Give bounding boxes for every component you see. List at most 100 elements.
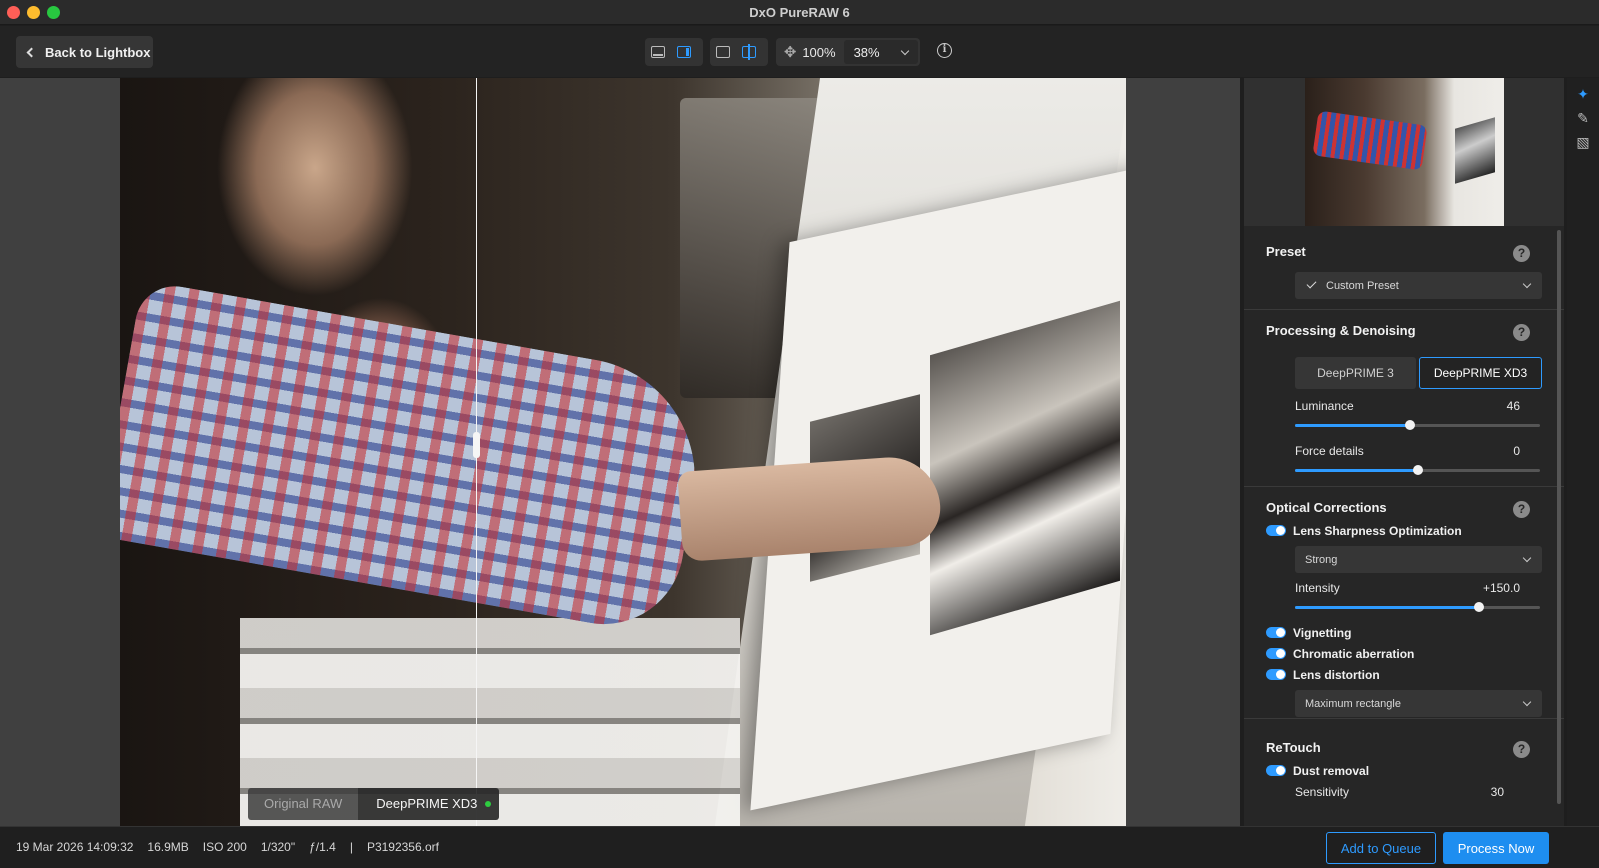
layout-side-panel-button[interactable]: [671, 39, 697, 65]
layout-toggle-group: [645, 38, 703, 66]
deepprime-3-button[interactable]: DeepPRIME 3: [1295, 357, 1416, 389]
force-details-value[interactable]: 0: [1513, 444, 1520, 458]
lens-sharpness-label: Lens Sharpness Optimization: [1293, 523, 1462, 538]
distortion-mode-dropdown[interactable]: Maximum rectangle: [1295, 690, 1542, 717]
dust-removal-toggle[interactable]: [1266, 765, 1286, 776]
separator: |: [349, 840, 353, 854]
navigator-thumbnail[interactable]: [1304, 78, 1504, 226]
luminance-label: Luminance: [1295, 399, 1354, 413]
tool-rail: ✦ ✎ ▧: [1567, 78, 1599, 826]
lens-sharpness-toggle[interactable]: [1266, 525, 1286, 536]
preset-section: Preset ? Custom Preset: [1244, 226, 1564, 310]
help-icon[interactable]: ?: [1513, 501, 1530, 518]
help-icon[interactable]: ?: [1513, 741, 1530, 758]
split-view-icon: [742, 44, 756, 60]
retouch-section: ReTouch ? Dust removal Sensitivity 30: [1244, 719, 1564, 819]
add-to-queue-button[interactable]: Add to Queue: [1326, 832, 1436, 864]
image-adjust-icon[interactable]: ▧: [1571, 130, 1595, 154]
process-now-button[interactable]: Process Now: [1443, 832, 1549, 864]
slider-handle[interactable]: [1473, 602, 1484, 612]
status-dot-icon: [485, 801, 492, 807]
back-button-label: Back to Lightbox: [45, 44, 151, 60]
window-title: DxO PureRAW 6: [749, 5, 850, 20]
enhance-tool-icon[interactable]: ✦: [1571, 82, 1595, 106]
lens-sharpness-row: Lens Sharpness Optimization: [1266, 520, 1542, 541]
original-raw-label: Original RAW: [248, 788, 359, 820]
force-details-label: Force details: [1295, 444, 1364, 458]
shutter-speed: 1/320": [260, 840, 296, 854]
file-name: P3192356.orf: [366, 840, 439, 854]
toolbar: Back to Lightbox ✥ 100% 38%: [0, 26, 1599, 77]
photo-preview[interactable]: [120, 78, 1126, 826]
single-view-icon: [716, 46, 730, 58]
navigator: [1244, 78, 1564, 226]
vignetting-label: Vignetting: [1293, 625, 1352, 640]
move-icon[interactable]: ✥: [782, 43, 798, 61]
capture-date: 19 Mar 2026 14:09:32: [16, 840, 134, 854]
lens-distortion-row: Lens distortion: [1266, 664, 1542, 685]
layout-bottom-panel-button[interactable]: [645, 39, 671, 65]
chromatic-aberration-row: Chromatic aberration: [1266, 643, 1542, 664]
force-details-slider[interactable]: [1295, 465, 1540, 475]
chromatic-aberration-label: Chromatic aberration: [1293, 646, 1415, 661]
preset-value: Custom Preset: [1326, 279, 1399, 292]
intensity-slider[interactable]: [1295, 602, 1540, 612]
optical-title: Optical Corrections: [1266, 500, 1387, 515]
retouch-brush-icon[interactable]: ✎: [1571, 106, 1595, 130]
sharpness-mode-value: Strong: [1305, 553, 1338, 566]
side-panel-icon: [677, 46, 691, 58]
sharpness-mode-dropdown[interactable]: Strong: [1295, 546, 1542, 573]
dust-removal-row: Dust removal: [1266, 760, 1542, 781]
intensity-label: Intensity: [1295, 581, 1340, 595]
image-metadata: 19 Mar 2026 14:09:32 16.9MB ISO 200 1/32…: [16, 840, 439, 854]
chevron-down-icon: [1522, 553, 1532, 563]
retouch-title: ReTouch: [1266, 740, 1321, 755]
info-icon[interactable]: i: [937, 43, 952, 58]
slider-handle[interactable]: [1405, 420, 1416, 430]
dust-removal-label: Dust removal: [1293, 763, 1370, 778]
chevron-down-icon: [900, 46, 910, 55]
status-bar: 19 Mar 2026 14:09:32 16.9MB ISO 200 1/32…: [0, 826, 1599, 868]
title-bar: DxO PureRAW 6: [0, 0, 1599, 25]
split-view-button[interactable]: [736, 39, 762, 65]
aperture-value: ƒ/1.4: [309, 840, 336, 854]
slider-handle[interactable]: [1412, 465, 1423, 475]
compare-labels: Original RAW DeepPRIME XD3: [248, 788, 500, 820]
luminance-value[interactable]: 46: [1507, 399, 1520, 413]
panel-scrollbar[interactable]: [1557, 230, 1561, 804]
check-icon: [1306, 278, 1317, 288]
preset-dropdown[interactable]: Custom Preset: [1295, 272, 1542, 299]
compare-split-handle[interactable]: [473, 432, 480, 458]
force-details-row: Force details 0: [1295, 444, 1542, 458]
zoom-select[interactable]: 38%: [843, 40, 918, 64]
optical-section: Optical Corrections ? Lens Sharpness Opt…: [1244, 487, 1564, 719]
processing-section: Processing & Denoising ? DeepPRIME 3 Dee…: [1244, 310, 1564, 487]
zoom-value: 38%: [853, 44, 880, 60]
chromatic-aberration-toggle[interactable]: [1266, 648, 1286, 659]
sensitivity-row: Sensitivity 30: [1295, 785, 1542, 799]
image-viewer[interactable]: Original RAW DeepPRIME XD3: [0, 78, 1240, 826]
zoom-100-button[interactable]: 100%: [802, 45, 839, 60]
file-size: 16.9MB: [147, 840, 189, 854]
single-view-button[interactable]: [710, 39, 736, 65]
lens-distortion-label: Lens distortion: [1293, 667, 1380, 682]
chevron-down-icon: [1522, 697, 1532, 707]
vignetting-toggle[interactable]: [1266, 627, 1286, 638]
processed-label: DeepPRIME XD3: [358, 788, 500, 820]
sensitivity-value[interactable]: 30: [1491, 785, 1504, 799]
processed-label-text: DeepPRIME XD3: [376, 796, 478, 811]
luminance-slider[interactable]: [1295, 420, 1540, 430]
back-to-lightbox-button[interactable]: Back to Lightbox: [16, 36, 153, 68]
zoom-group: ✥ 100% 38%: [776, 38, 920, 66]
distortion-mode-value: Maximum rectangle: [1305, 697, 1401, 710]
vignetting-row: Vignetting: [1266, 622, 1542, 643]
intensity-value[interactable]: +150.0: [1483, 581, 1520, 595]
preset-title: Preset: [1266, 244, 1306, 259]
deepprime-xd3-button[interactable]: DeepPRIME XD3: [1419, 357, 1542, 389]
help-icon[interactable]: ?: [1513, 324, 1530, 341]
luminance-row: Luminance 46: [1295, 399, 1542, 413]
denoise-mode-selector: DeepPRIME 3 DeepPRIME XD3: [1295, 357, 1542, 389]
help-icon[interactable]: ?: [1513, 245, 1530, 262]
chevron-down-icon: [1522, 279, 1532, 289]
lens-distortion-toggle[interactable]: [1266, 669, 1286, 680]
